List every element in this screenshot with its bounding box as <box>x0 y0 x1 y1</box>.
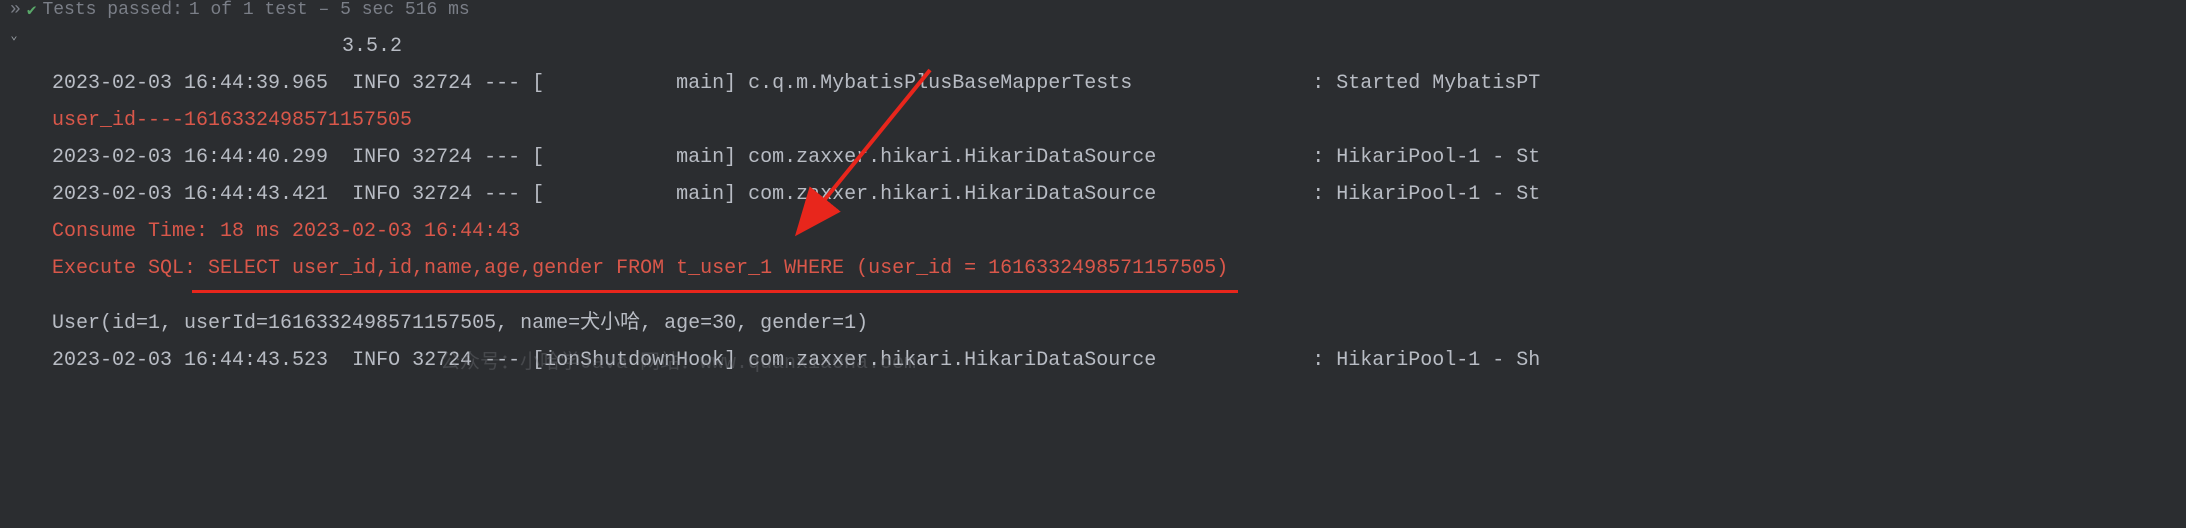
thread: ionShutdownHook] <box>544 349 736 372</box>
thread: main] <box>676 72 736 95</box>
logger: com.zaxxer.hikari.HikariDataSource <box>748 349 1156 372</box>
logger: c.q.m.MybatisPlusBaseMapperTests <box>748 72 1132 95</box>
status-label: Tests passed: <box>42 0 182 20</box>
message: : HikariPool-1 - St <box>1312 146 1540 169</box>
logger: com.zaxxer.hikari.HikariDataSource <box>748 146 1156 169</box>
log-level: INFO 32724 --- [ <box>352 146 544 169</box>
message: : Started MybatisPT <box>1312 72 1540 95</box>
status-detail: 1 of 1 test – 5 sec 516 ms <box>189 0 470 20</box>
console-output[interactable]: 3.5.2 2023-02-03 16:44:39.965 INFO 32724… <box>42 22 1540 379</box>
thread: main] <box>676 183 736 206</box>
chevron-down-icon[interactable]: ⌄ <box>10 28 17 43</box>
thread: main] <box>676 146 736 169</box>
log-level: INFO 32724 --- [ <box>352 72 544 95</box>
log-line: 2023-02-03 16:44:40.299 INFO 32724 --- [… <box>52 139 1540 176</box>
timestamp: 2023-02-03 16:44:43.523 <box>52 349 328 372</box>
version-text: 3.5.2 <box>52 28 1540 65</box>
user-id-output: user_id----1616332498571157505 <box>52 102 1540 139</box>
test-status-bar: » ✔ Tests passed: 1 of 1 test – 5 sec 51… <box>0 0 2186 20</box>
gutter: ⌄ <box>0 22 42 379</box>
run-icon[interactable]: » <box>10 0 21 20</box>
console-area: ⌄ 3.5.2 2023-02-03 16:44:39.965 INFO 327… <box>0 22 2186 379</box>
timestamp: 2023-02-03 16:44:39.965 <box>52 72 328 95</box>
timestamp: 2023-02-03 16:44:43.421 <box>52 183 328 206</box>
log-line: 2023-02-03 16:44:39.965 INFO 32724 --- [… <box>52 65 1540 102</box>
user-object: User(id=1, userId=1616332498571157505, n… <box>52 305 1540 342</box>
message: : HikariPool-1 - St <box>1312 183 1540 206</box>
check-icon: ✔ <box>27 0 37 20</box>
timestamp: 2023-02-03 16:44:40.299 <box>52 146 328 169</box>
log-level: INFO 32724 --- [ <box>352 183 544 206</box>
logger: com.zaxxer.hikari.HikariDataSource <box>748 183 1156 206</box>
execute-sql: Execute SQL: SELECT user_id,id,name,age,… <box>52 250 1228 287</box>
consume-time: Consume Time: 18 ms 2023-02-03 16:44:43 <box>52 213 1540 250</box>
log-level: INFO 32724 --- [ <box>352 349 544 372</box>
message: : HikariPool-1 - Sh <box>1312 349 1540 372</box>
log-line: 2023-02-03 16:44:43.421 INFO 32724 --- [… <box>52 176 1540 213</box>
log-line: 2023-02-03 16:44:43.523 INFO 32724 --- [… <box>52 342 1540 379</box>
